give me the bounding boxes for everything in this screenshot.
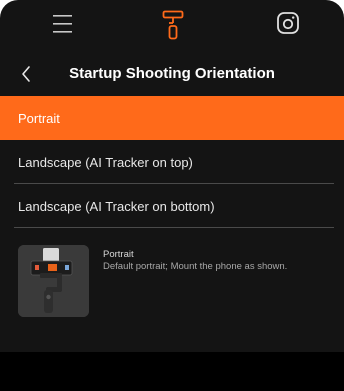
description-title: Portrait — [103, 249, 134, 260]
hamburger-menu-icon[interactable] — [53, 13, 72, 35]
option-landscape-tracker-top[interactable]: Landscape (AI Tracker on top) — [0, 140, 344, 184]
top-toolbar — [0, 0, 344, 50]
divider — [14, 227, 334, 228]
option-label: Portrait — [18, 110, 60, 126]
bottom-bar — [0, 352, 344, 391]
option-label: Landscape (AI Tracker on bottom) — [18, 198, 215, 214]
orientation-options-list: Portrait Landscape (AI Tracker on top) L… — [0, 96, 344, 228]
option-landscape-tracker-bottom[interactable]: Landscape (AI Tracker on bottom) — [0, 184, 344, 228]
camera-app-icon[interactable] — [277, 12, 299, 34]
page-title: Startup Shooting Orientation — [69, 65, 275, 82]
gimbal-icon[interactable] — [162, 10, 184, 40]
option-label: Landscape (AI Tracker on top) — [18, 154, 193, 170]
option-portrait[interactable]: Portrait — [0, 96, 344, 140]
gimbal-phone-illustration — [18, 245, 89, 317]
description-text: Default portrait; Mount the phone as sho… — [103, 261, 288, 272]
app-screen: Startup Shooting Orientation Portrait La… — [0, 0, 344, 391]
orientation-preview-image — [18, 245, 89, 317]
navigation-bar: Startup Shooting Orientation — [0, 56, 344, 92]
